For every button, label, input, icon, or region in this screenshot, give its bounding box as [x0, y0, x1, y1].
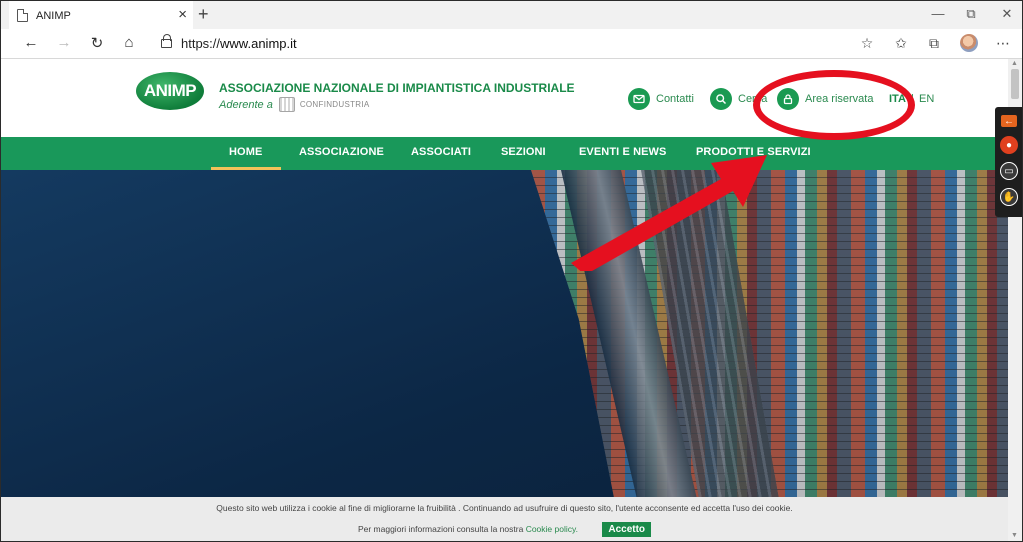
hero-image [1, 170, 1008, 542]
cookie-message: Questo sito web utilizza i cookie al fin… [216, 503, 793, 513]
animp-logo[interactable]: ANIMP [136, 72, 204, 110]
scroll-down-icon[interactable]: ▼ [1011, 532, 1018, 539]
address-bar: ← → ↻ ⌂ https://www.animp.it ☆ ✩ ⧉ ⋯ [0, 29, 1023, 59]
nav-sezioni[interactable]: SEZIONI [501, 146, 546, 158]
cookie-info-line: Per maggiori informazioni consulta la no… [1, 522, 1008, 537]
microphone-icon[interactable]: ● [1000, 136, 1018, 154]
favorites-list-icon[interactable]: ✩ [891, 35, 911, 52]
annotation-arrow-icon [571, 155, 767, 271]
browser-tab[interactable]: ANIMP × [9, 1, 193, 30]
cookie-banner: Questo sito web utilizza i cookie al fin… [1, 497, 1008, 542]
tab-title: ANIMP [36, 9, 71, 22]
adherent-label: Aderente a [219, 98, 273, 111]
envelope-icon [628, 88, 650, 110]
scroll-up-icon[interactable]: ▲ [1011, 60, 1018, 67]
nav-associati[interactable]: ASSOCIATI [411, 146, 471, 158]
confindustria-logo-icon [278, 97, 295, 112]
collections-icon[interactable]: ⧉ [924, 35, 944, 52]
collapse-arrow-icon[interactable]: ← [1001, 115, 1017, 127]
nav-associazione[interactable]: ASSOCIAZIONE [299, 146, 384, 158]
accept-cookie-button[interactable]: Accetto [602, 522, 652, 537]
minimize-button[interactable]: — [928, 6, 948, 21]
home-button[interactable]: ⌂ [119, 34, 139, 51]
cookie-policy-link[interactable]: Cookie policy. [526, 524, 578, 534]
profile-avatar[interactable] [960, 34, 978, 52]
cookie-info-text: Per maggiori informazioni consulta la no… [357, 523, 524, 534]
new-tab-button[interactable]: + [198, 4, 209, 25]
forward-button[interactable]: → [54, 34, 74, 51]
tab-close-button[interactable]: × [178, 7, 187, 23]
contatti-link[interactable]: Contatti [628, 88, 694, 110]
more-menu-button[interactable]: ⋯ [993, 35, 1013, 52]
page-icon [17, 9, 28, 22]
window-icon[interactable]: ▭ [1000, 162, 1018, 180]
adherent-line: Aderente a CONFINDUSTRIA [219, 97, 370, 112]
refresh-button[interactable]: ↻ [87, 34, 107, 52]
lang-en-link[interactable]: EN [919, 93, 934, 105]
lock-icon [161, 34, 172, 48]
confindustria-label: CONFINDUSTRIA [299, 100, 370, 109]
search-icon [710, 88, 732, 110]
side-toolbar: ← ● ▭ ✋ [995, 107, 1023, 217]
annotation-circle [753, 70, 915, 140]
main-navbar: HOME ASSOCIAZIONE ASSOCIATI SEZIONI EVEN… [1, 137, 1008, 170]
hand-icon[interactable]: ✋ [1000, 188, 1018, 206]
favorite-star-icon[interactable]: ☆ [857, 35, 877, 52]
association-name: ASSOCIAZIONE NAZIONALE DI IMPIANTISTICA … [219, 81, 575, 95]
url-prefix: https:// [181, 36, 221, 51]
close-window-button[interactable]: ✕ [997, 6, 1017, 22]
contatti-label: Contatti [656, 93, 694, 105]
page-viewport: ANIMP ASSOCIAZIONE NAZIONALE DI IMPIANTI… [1, 59, 1022, 542]
url-field[interactable]: https://www.animp.it [181, 36, 297, 51]
nav-home[interactable]: HOME [229, 146, 262, 158]
restore-button[interactable]: ⧉ [961, 6, 981, 22]
browser-titlebar: ANIMP × + — ⧉ ✕ [0, 0, 1023, 30]
scroll-thumb[interactable] [1011, 69, 1019, 99]
back-button[interactable]: ← [21, 34, 41, 51]
url-domain: www.animp.it [220, 36, 297, 51]
